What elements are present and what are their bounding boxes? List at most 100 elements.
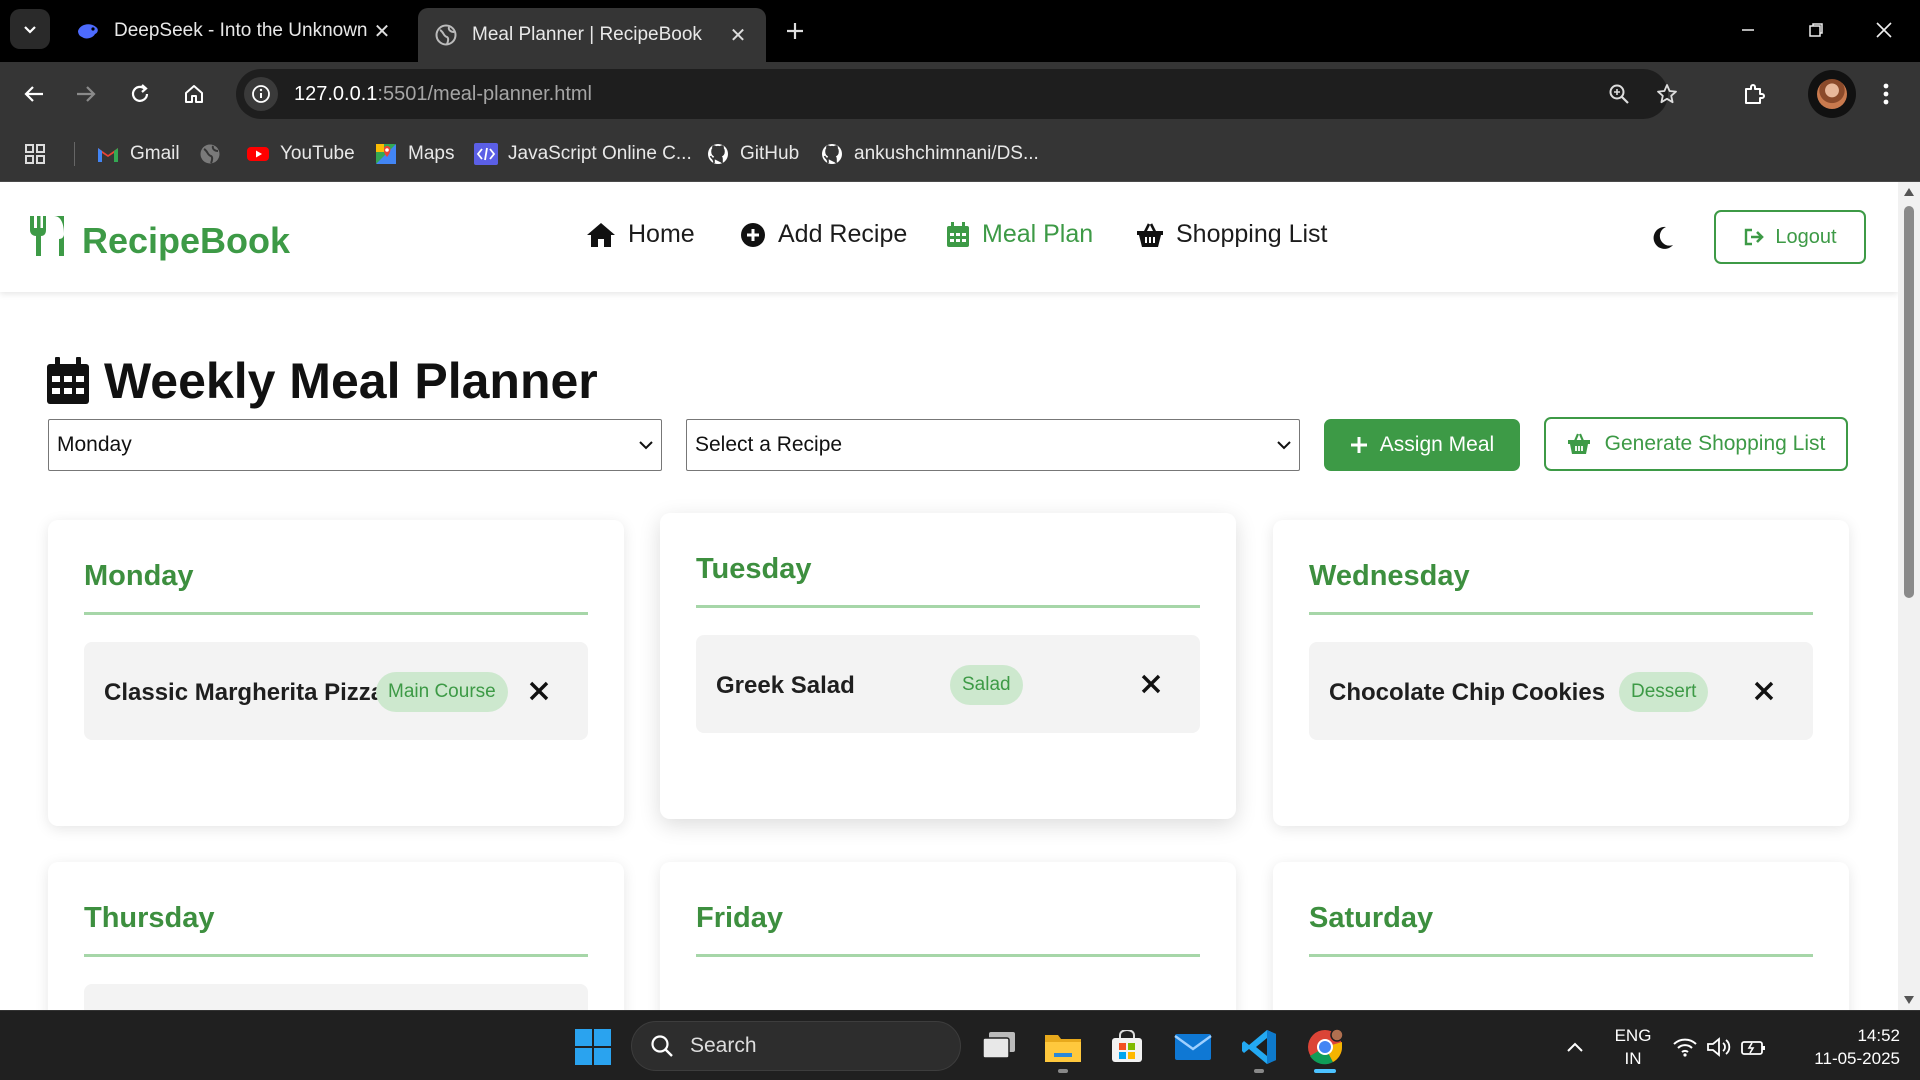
site-info-icon[interactable]	[244, 77, 278, 111]
day-title: Monday	[84, 560, 194, 592]
remove-meal-button[interactable]	[524, 676, 554, 706]
zoom-icon[interactable]	[1602, 77, 1636, 111]
close-tab-icon[interactable]: ✕	[726, 23, 750, 48]
start-button[interactable]	[570, 1024, 616, 1070]
close-tab-icon[interactable]: ✕	[370, 19, 394, 44]
home-icon	[185, 85, 203, 103]
remove-meal-button[interactable]	[1749, 676, 1779, 706]
dark-mode-toggle[interactable]	[1646, 222, 1678, 254]
file-explorer-button[interactable]	[1040, 1024, 1086, 1070]
battery-icon	[1741, 1041, 1765, 1055]
youtube-icon	[246, 142, 270, 166]
remove-meal-button[interactable]	[1136, 669, 1166, 699]
tab-search-button[interactable]	[10, 9, 50, 49]
url-text: 127.0.0.1:5501/meal-planner.html	[294, 82, 592, 105]
meal-name: Greek Salad	[716, 672, 855, 699]
day-card-thursday: Thursday	[48, 862, 624, 1010]
nav-add-recipe[interactable]: Add Recipe	[740, 220, 907, 249]
search-icon	[650, 1034, 674, 1058]
moon-icon	[1653, 226, 1673, 249]
reload-button[interactable]	[120, 74, 160, 114]
globe-icon	[198, 142, 222, 166]
scroll-up-arrow[interactable]	[1904, 188, 1914, 196]
microsoft-store-button[interactable]	[1104, 1024, 1150, 1070]
bookmark-ankush-repo[interactable]: ankushchimnani/DS...	[820, 138, 1039, 170]
scroll-down-arrow[interactable]	[1904, 996, 1914, 1004]
forward-button[interactable]	[66, 74, 106, 114]
divider	[696, 954, 1200, 957]
plus-circle-icon	[740, 222, 766, 248]
assign-meal-button[interactable]: Assign Meal	[1324, 419, 1520, 471]
bookmark-javascript-online[interactable]: JavaScript Online C...	[474, 138, 692, 170]
extensions-button[interactable]	[1734, 74, 1774, 114]
scroll-thumb[interactable]	[1904, 206, 1914, 598]
nav-meal-plan[interactable]: Meal Plan	[946, 220, 1093, 249]
profile-avatar[interactable]	[1808, 70, 1856, 118]
divider	[696, 605, 1200, 608]
task-view-icon	[982, 1032, 1015, 1059]
home-button[interactable]	[174, 74, 214, 114]
logout-button[interactable]: Logout	[1714, 210, 1866, 264]
address-bar[interactable]: 127.0.0.1:5501/meal-planner.html	[236, 69, 1677, 119]
github-icon	[706, 142, 730, 166]
language-indicator[interactable]: ENG IN	[1604, 1024, 1662, 1070]
puzzle-icon	[1745, 84, 1765, 104]
new-tab-button[interactable]	[778, 14, 812, 48]
day-select[interactable]: Monday	[48, 419, 662, 471]
show-hidden-icons-button[interactable]	[1552, 1024, 1598, 1070]
category-badge: Main Course	[376, 672, 508, 712]
tab-meal-planner[interactable]: Meal Planner | RecipeBook ✕	[418, 8, 766, 62]
nav-home[interactable]: Home	[586, 220, 695, 249]
avatar	[1817, 79, 1847, 109]
gmail-icon	[96, 142, 120, 166]
day-card-tuesday: Tuesday Greek Salad Salad	[660, 513, 1236, 819]
more-vertical-icon	[1883, 83, 1889, 105]
reload-icon	[131, 84, 149, 102]
close-icon	[1141, 674, 1161, 694]
vscode-icon	[1242, 1030, 1276, 1064]
recipe-select[interactable]: Select a Recipe	[686, 419, 1300, 471]
browser-toolbar: 127.0.0.1:5501/meal-planner.html	[0, 62, 1920, 126]
vscode-button[interactable]	[1236, 1024, 1282, 1070]
utensils-icon	[28, 214, 68, 267]
meal-name: Classic Margherita Pizza	[104, 679, 385, 706]
volume-icon	[1707, 1037, 1731, 1057]
task-view-button[interactable]	[976, 1024, 1022, 1070]
generate-shopping-list-button[interactable]: Generate Shopping List	[1544, 417, 1848, 471]
meal-item: Classic Margherita Pizza Main Course	[84, 642, 588, 740]
chevron-down-icon	[1277, 441, 1291, 450]
running-indicator	[1254, 1069, 1264, 1073]
close-window-button[interactable]	[1850, 0, 1918, 60]
basket-icon	[1567, 433, 1591, 455]
deepseek-icon	[76, 19, 100, 43]
meal-item	[84, 984, 588, 1010]
bookmark-globe[interactable]	[198, 138, 232, 170]
meal-name: Chocolate Chip Cookies	[1329, 679, 1606, 706]
clock[interactable]: 14:52 11-05-2025	[1790, 1024, 1900, 1070]
calendar-icon	[946, 221, 970, 248]
brand-name: RecipeBook	[82, 219, 291, 261]
app-navbar: RecipeBook Home Add Recipe Meal Plan Sho…	[0, 182, 1898, 292]
bookmark-youtube[interactable]: YouTube	[246, 138, 355, 170]
meal-item: Greek Salad Salad	[696, 635, 1200, 733]
close-icon	[529, 681, 549, 701]
browser-menu-button[interactable]	[1866, 74, 1906, 114]
taskbar-search[interactable]: Search	[631, 1021, 961, 1071]
bookmark-maps[interactable]: Maps	[374, 138, 454, 170]
minimize-button[interactable]	[1714, 0, 1782, 60]
back-button[interactable]	[14, 74, 54, 114]
mail-button[interactable]	[1170, 1024, 1216, 1070]
bookmark-star-icon[interactable]	[1650, 77, 1684, 111]
bookmark-gmail[interactable]: Gmail	[96, 138, 180, 170]
day-title: Saturday	[1309, 902, 1434, 934]
restore-button[interactable]	[1782, 0, 1850, 60]
apps-button[interactable]	[24, 138, 46, 170]
tab-deepseek[interactable]: DeepSeek - Into the Unknown ✕	[60, 8, 410, 54]
bookmark-github[interactable]: GitHub	[706, 138, 799, 170]
nav-shopping-list[interactable]: Shopping List	[1136, 220, 1328, 249]
brand-logo[interactable]: RecipeBook	[28, 214, 290, 267]
calendar-icon	[46, 357, 90, 405]
page-scrollbar[interactable]	[1898, 182, 1920, 1010]
system-tray-status[interactable]	[1664, 1024, 1774, 1070]
chrome-button[interactable]	[1302, 1024, 1348, 1070]
